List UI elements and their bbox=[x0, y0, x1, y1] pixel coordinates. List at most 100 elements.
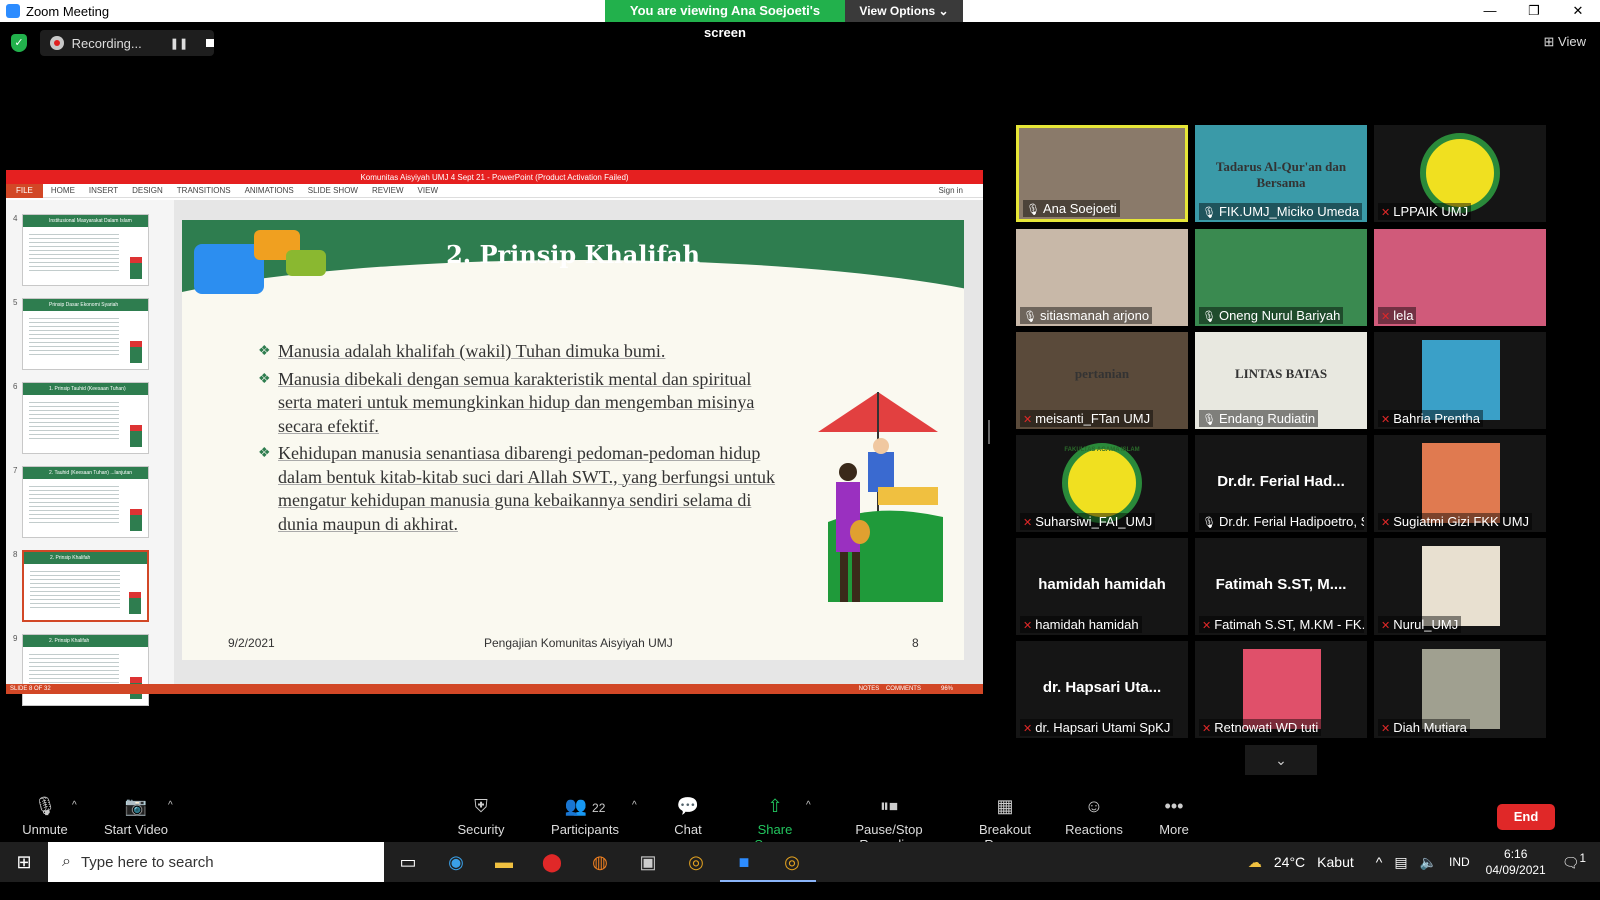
ppt-tab-review[interactable]: REVIEW bbox=[372, 186, 404, 195]
chrome-taskbar-icon[interactable]: ◎ bbox=[768, 842, 816, 882]
store-icon[interactable]: ▣ bbox=[624, 842, 672, 882]
participant-name-label: ✕ Sugiatmi Gizi FKK UMJ bbox=[1378, 513, 1533, 530]
weather-icon: ☁ bbox=[1247, 853, 1262, 870]
participant-name-label: 🎙 Endang Rudiatin bbox=[1199, 410, 1319, 427]
slide-thumbnail[interactable]: Institusional Masyarakat Dalam Islam bbox=[22, 214, 149, 286]
minimize-button[interactable]: — bbox=[1468, 0, 1512, 22]
participant-tile[interactable]: ✕ Sugiatmi Gizi FKK UMJ bbox=[1374, 435, 1546, 532]
firefox-icon[interactable]: ◍ bbox=[576, 842, 624, 882]
video-options-caret[interactable]: ^ bbox=[168, 800, 173, 811]
security-button[interactable]: ⛨ Security bbox=[454, 794, 508, 837]
notes-button[interactable]: NOTES bbox=[859, 686, 880, 692]
participant-tile[interactable]: 🎙 Ana Soejoeti bbox=[1016, 125, 1188, 222]
participant-tile[interactable]: hamidah hamidah ✕ hamidah hamidah bbox=[1016, 538, 1188, 635]
ppt-tab-view[interactable]: VIEW bbox=[418, 186, 438, 195]
task-view-icon[interactable]: ▭ bbox=[384, 842, 432, 882]
participant-tile[interactable]: FAKULTAS AGAMA ISLAM ✕ Suharsiwi_FAI_UMJ bbox=[1016, 435, 1188, 532]
language-indicator[interactable]: IND bbox=[1449, 855, 1470, 869]
slide-thumbnail[interactable]: 2. Tauhid (Keesaan Tuhan) ...lanjutan bbox=[22, 466, 149, 538]
participant-tile[interactable]: ✕ LPPAIK UMJ bbox=[1374, 125, 1546, 222]
zoom-level[interactable]: 96% bbox=[941, 686, 953, 692]
reactions-button[interactable]: ☺ Reactions bbox=[1065, 794, 1123, 837]
ppt-sign-in[interactable]: Sign in bbox=[939, 186, 963, 195]
participant-tile[interactable]: ✕ Diah Mutiara bbox=[1374, 641, 1546, 738]
viewing-banner: You are viewing Ana Soejoeti's screen Vi… bbox=[605, 0, 963, 40]
participant-name-label: 🎙 sitiasmanah arjono bbox=[1020, 307, 1153, 324]
participant-tile[interactable]: pertanian ✕ meisanti_FTan UMJ bbox=[1016, 332, 1188, 429]
share-caret[interactable]: ^ bbox=[806, 800, 811, 811]
slide-thumbnail[interactable]: 2. Prinsip Khalifah bbox=[22, 550, 149, 622]
comments-button[interactable]: COMMENTS bbox=[886, 686, 921, 692]
participant-tile[interactable]: 🎙 sitiasmanah arjono bbox=[1016, 229, 1188, 326]
participant-tile[interactable]: ✕ Bahria Prentha bbox=[1374, 332, 1546, 429]
view-options-button[interactable]: View Options ⌄ bbox=[845, 0, 963, 22]
thumbnail-text bbox=[29, 399, 119, 439]
view-button[interactable]: ⊞ View bbox=[1544, 34, 1586, 50]
ppt-tab-animations[interactable]: ANIMATIONS bbox=[245, 186, 294, 195]
participant-display-name: dr. Hapsari Uta... bbox=[1042, 679, 1162, 696]
participant-tile[interactable]: Dr.dr. Ferial Had... 🎙 Dr.dr. Ferial Hadip… bbox=[1195, 435, 1367, 532]
split-handle[interactable] bbox=[988, 420, 990, 444]
breakout-grid-icon: ▦ bbox=[996, 796, 1014, 816]
participant-tile[interactable]: Fatimah S.ST, M.... ✕ Fatimah S.ST, M.KM -… bbox=[1195, 538, 1367, 635]
background-text: pertanian bbox=[1074, 366, 1130, 381]
chat-button[interactable]: 💬 Chat bbox=[668, 794, 708, 837]
pause-recording-icon[interactable]: ❚❚ bbox=[170, 37, 188, 50]
participant-tile[interactable]: ✕ Retnowati WD tuti bbox=[1195, 641, 1367, 738]
university-logo-icon bbox=[1420, 133, 1500, 213]
ppt-tab-slideshow[interactable]: SLIDE SHOW bbox=[308, 186, 358, 195]
participant-tile[interactable]: ✕ lela bbox=[1374, 229, 1546, 326]
participant-tile[interactable]: dr. Hapsari Uta... ✕ dr. Hapsari Utami SpK… bbox=[1016, 641, 1188, 738]
slide-thumbnail[interactable]: 2. Prinsip Khalifah bbox=[22, 634, 149, 706]
ppt-tab-home[interactable]: HOME bbox=[51, 186, 75, 195]
participant-count: 22 bbox=[592, 801, 606, 815]
ppt-tab-design[interactable]: DESIGN bbox=[132, 186, 163, 195]
thumbnail-text bbox=[29, 483, 119, 523]
close-button[interactable]: ✕ bbox=[1556, 0, 1600, 22]
ppt-tab-insert[interactable]: INSERT bbox=[89, 186, 118, 195]
windows-start-icon[interactable]: ⊞ bbox=[0, 842, 48, 882]
ppt-tab-transitions[interactable]: TRANSITIONS bbox=[177, 186, 231, 195]
start-video-label: Start Video bbox=[103, 822, 169, 837]
thumbnail-figure bbox=[130, 509, 142, 531]
end-meeting-button[interactable]: End bbox=[1497, 804, 1555, 830]
thumbnail-figure bbox=[130, 341, 142, 363]
participant-name: dr. Hapsari Utami SpKJ bbox=[1035, 720, 1171, 735]
participant-tile[interactable]: 🎙 Oneng Nurul Bariyah bbox=[1195, 229, 1367, 326]
unmute-button[interactable]: 🎙 Unmute bbox=[20, 794, 70, 837]
taskbar-search[interactable]: ⌕ Type here to search bbox=[48, 842, 384, 882]
notifications-icon[interactable]: 🗨1 bbox=[1562, 852, 1586, 872]
background-text: Tadarus Al-Qur'an dan Bersama bbox=[1215, 159, 1347, 190]
participant-name: Endang Rudiatin bbox=[1218, 411, 1316, 426]
chat-icon: 💬 bbox=[676, 796, 700, 816]
file-explorer-icon[interactable]: ▬ bbox=[480, 842, 528, 882]
audio-options-caret[interactable]: ^ bbox=[72, 800, 77, 811]
network-icon[interactable]: ▤ bbox=[1394, 854, 1407, 871]
slide-thumbnail[interactable]: Prinsip Dasar Ekonomi Syariah bbox=[22, 298, 149, 370]
start-video-button[interactable]: 📷 Start Video bbox=[102, 794, 170, 837]
more-button[interactable]: ••• More bbox=[1155, 794, 1193, 837]
participants-caret[interactable]: ^ bbox=[632, 800, 637, 811]
participant-tile[interactable]: ✕ Nurul_UMJ bbox=[1374, 538, 1546, 635]
participant-name: Dr.dr. Ferial Hadipoetro, S... bbox=[1218, 514, 1364, 529]
tray-chevron-icon[interactable]: ^ bbox=[1376, 854, 1383, 870]
participants-button[interactable]: 👥 22 Participants bbox=[550, 794, 620, 837]
ppt-tab-file[interactable]: FILE bbox=[6, 183, 43, 198]
edge-icon[interactable]: ◉ bbox=[432, 842, 480, 882]
muted-mic-icon: ✕ bbox=[1381, 311, 1391, 323]
slide-bullet: Manusia dibekali dengan semua karakteris… bbox=[258, 368, 778, 439]
thumbnail-title: 2. Prinsip Khalifah bbox=[23, 635, 148, 647]
participant-tile[interactable]: LINTAS BATAS 🎙 Endang Rudiatin bbox=[1195, 332, 1367, 429]
chrome-icon[interactable]: ◎ bbox=[672, 842, 720, 882]
stop-recording-icon[interactable] bbox=[206, 39, 214, 47]
volume-icon[interactable]: 🔈 bbox=[1420, 854, 1437, 871]
participant-tile[interactable]: Tadarus Al-Qur'an dan Bersama 🎙 FIK.UMJ_Mi… bbox=[1195, 125, 1367, 222]
zoom-taskbar-icon[interactable]: ■ bbox=[720, 842, 768, 882]
app-icon[interactable]: ⬤ bbox=[528, 842, 576, 882]
thumbnail-title: 2. Tauhid (Keesaan Tuhan) ...lanjutan bbox=[23, 467, 148, 479]
slide-thumbnail[interactable]: 1. Prinsip Tauhid (Keesaan Tuhan) bbox=[22, 382, 149, 454]
encryption-shield-icon[interactable]: ✓ bbox=[11, 34, 27, 52]
next-page-chevron-icon[interactable]: ⌄ bbox=[1245, 745, 1317, 775]
clock[interactable]: 6:16 04/09/2021 bbox=[1486, 846, 1546, 878]
maximize-button[interactable]: ❐ bbox=[1512, 0, 1556, 22]
